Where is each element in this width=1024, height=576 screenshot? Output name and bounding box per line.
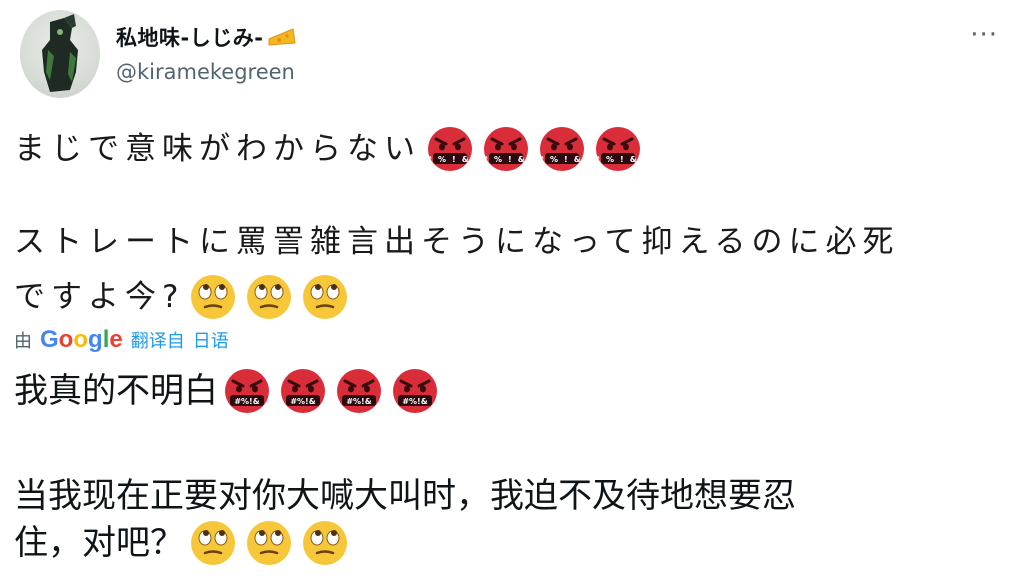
cursing-face-icon: #%!& xyxy=(224,368,270,414)
rolling-eyes-face-icon xyxy=(246,274,292,320)
emoji-group: #%!& #%!& #%!& #%!& xyxy=(224,368,438,414)
display-name-text: 私地味-しじみ- xyxy=(116,26,264,50)
cursing-face-icon: #%!& xyxy=(280,368,326,414)
cursing-face-icon: #%!& xyxy=(483,126,529,172)
cursing-face-icon: #%!& xyxy=(539,126,585,172)
translation-prefix: 由 xyxy=(14,331,32,352)
emoji-group xyxy=(190,274,348,320)
rolling-eyes-face-icon xyxy=(302,520,348,566)
cursing-face-icon: #%!& xyxy=(427,126,473,172)
translated-text: 住，对吧？ xyxy=(14,522,184,563)
translated-text-line-3: 住，对吧？ xyxy=(14,520,348,566)
svg-text:#%!&: #%!& xyxy=(595,155,641,164)
avatar-figure-icon xyxy=(42,14,78,92)
rolling-eyes-face-icon xyxy=(190,274,236,320)
original-text-line-3: ですよ今? xyxy=(14,274,348,320)
original-text: ストレートに罵詈雑言出そうになって抑えるのに必死 xyxy=(14,224,900,260)
translation-attribution: 由 Google 翻译自 日语 xyxy=(14,326,229,354)
original-text-line-1: まじで意味がわからない #%!& #%!& #%!& #%!& xyxy=(14,126,641,172)
translated-from-label[interactable]: 翻译自 xyxy=(131,327,185,353)
svg-text:#%!&: #%!& xyxy=(234,397,259,406)
translated-text-line-1: 我真的不明白 #%!& #%!& #%!& #%!& xyxy=(14,368,438,414)
cursing-face-icon: #%!& xyxy=(336,368,382,414)
rolling-eyes-face-icon xyxy=(302,274,348,320)
original-text: ですよ今? xyxy=(14,278,185,315)
cheese-icon xyxy=(267,25,297,49)
svg-text:#%!&: #%!& xyxy=(483,155,529,164)
avatar[interactable] xyxy=(20,10,100,98)
translated-text: 当我现在正要对你大喊大叫时，我迫不及待地想要忍 xyxy=(14,476,796,516)
svg-text:#%!&: #%!& xyxy=(427,155,473,164)
emoji-group xyxy=(190,520,348,566)
emoji-group: #%!& #%!& #%!& #%!& xyxy=(427,126,641,172)
svg-text:#%!&: #%!& xyxy=(402,397,427,406)
tweet: 私地味-しじみ- @kiramekegreen ··· まじで意味がわからない … xyxy=(0,0,1024,576)
google-logo: Google xyxy=(40,326,123,353)
original-text: まじで意味がわからない xyxy=(14,130,421,167)
source-language-link[interactable]: 日语 xyxy=(193,327,229,353)
rolling-eyes-face-icon xyxy=(246,520,292,566)
translated-text-line-2: 当我现在正要对你大喊大叫时，我迫不及待地想要忍 xyxy=(14,474,796,518)
svg-text:#%!&: #%!& xyxy=(346,397,371,406)
display-name[interactable]: 私地味-しじみ- xyxy=(116,22,297,52)
user-handle[interactable]: @kiramekegreen xyxy=(116,60,295,84)
rolling-eyes-face-icon xyxy=(190,520,236,566)
cursing-face-icon: #%!& xyxy=(595,126,641,172)
original-text-line-2: ストレートに罵詈雑言出そうになって抑えるのに必死 xyxy=(14,222,900,262)
cursing-face-icon: #%!& xyxy=(392,368,438,414)
more-options-button[interactable]: ··· xyxy=(970,22,998,48)
svg-text:#%!&: #%!& xyxy=(290,397,315,406)
svg-text:#%!&: #%!& xyxy=(539,155,585,164)
translated-text: 我真的不明白 xyxy=(14,370,218,411)
